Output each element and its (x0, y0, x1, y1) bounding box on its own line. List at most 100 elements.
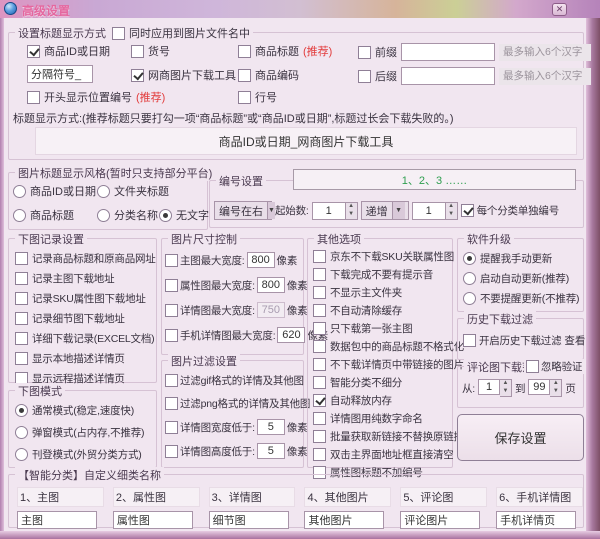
product-code-checkbox[interactable] (238, 68, 251, 82)
smart-category-input[interactable] (304, 511, 385, 529)
mobile-detail-width-checkbox[interactable] (165, 328, 178, 342)
mode-popup-radio[interactable] (15, 426, 28, 439)
smart-category-input[interactable] (17, 511, 97, 529)
separator-input[interactable] (27, 65, 93, 83)
record-excel-checkbox[interactable] (15, 332, 28, 345)
prefix-input[interactable] (401, 43, 495, 61)
style-product-title-radio[interactable] (13, 208, 26, 222)
spin-up-icon[interactable]: ▲ (500, 380, 512, 388)
number-position-select[interactable]: 编号在右 ▼ (214, 201, 275, 220)
auto-release-memory-checkbox[interactable] (313, 394, 326, 407)
record-title-url-checkbox[interactable] (15, 252, 28, 265)
style-category-name-radio[interactable] (97, 208, 110, 222)
history-filter-checkbox[interactable] (463, 334, 476, 347)
main-width-label[interactable]: 主图最大宽度: (180, 253, 245, 268)
position-number-label[interactable]: 开头显示位置编号 (44, 89, 132, 105)
to-page-stepper[interactable]: ▲▼ (528, 379, 563, 397)
attr-width-checkbox[interactable] (165, 278, 178, 292)
smart-category-input[interactable] (208, 511, 289, 529)
style-no-text-label[interactable]: 无文字 (176, 207, 209, 223)
from-page-input[interactable] (478, 379, 501, 395)
mobile-detail-width-input[interactable] (277, 327, 306, 343)
record-main-image-checkbox[interactable] (15, 272, 28, 285)
upgrade-label[interactable]: 不要提醒更新(不推荐) (480, 291, 579, 306)
upgrade-manual-radio[interactable] (463, 252, 476, 265)
spin-down-icon[interactable]: ▼ (550, 388, 562, 396)
other-option-checkbox[interactable] (313, 376, 326, 389)
record-item-label[interactable]: 记录主图下载地址 (32, 271, 115, 286)
suffix-label[interactable]: 后缀 (375, 68, 397, 84)
main-width-input[interactable] (246, 252, 275, 268)
other-option-label[interactable]: 智能分类不细分 (330, 375, 402, 390)
smart-category-input[interactable] (400, 511, 481, 529)
style-product-title-label[interactable]: 商品标题 (30, 207, 74, 223)
mode-normal-radio[interactable] (15, 404, 28, 417)
other-option-checkbox[interactable] (313, 250, 326, 263)
record-item-label[interactable]: 显示本地描述详情页 (32, 351, 125, 366)
filter-height-input[interactable] (256, 443, 285, 459)
downloader-tool-label[interactable]: 网商图片下载工具 (148, 67, 236, 83)
to-page-input[interactable] (528, 379, 551, 395)
record-detail-image-checkbox[interactable] (15, 312, 28, 325)
filter-png-label[interactable]: 过滤png格式的详情及其他图 (180, 396, 310, 411)
product-id-date-checkbox[interactable] (27, 44, 40, 58)
show-local-desc-checkbox[interactable] (15, 352, 28, 365)
style-product-id-date-radio[interactable] (13, 184, 26, 198)
other-option-label[interactable]: 京东不下载SKU关联属性图 (330, 249, 454, 264)
save-settings-button[interactable]: 保存设置 (457, 414, 584, 461)
other-option-label[interactable]: 双击主界面地址框直接清空 (330, 447, 454, 462)
detail-width-checkbox[interactable] (165, 303, 178, 317)
other-option-checkbox[interactable] (313, 448, 326, 461)
filter-gif-label[interactable]: 过滤gif格式的详情及其他图 (180, 373, 304, 388)
start-number-stepper[interactable]: ▲▼ (311, 201, 358, 220)
spin-up-icon[interactable]: ▲ (345, 202, 357, 211)
attr-width-input[interactable] (256, 277, 285, 293)
item-number-label[interactable]: 货号 (148, 43, 170, 59)
record-item-label[interactable]: 记录细节图下载地址 (32, 311, 125, 326)
history-filter-label[interactable]: 开启历史下载过滤 (479, 333, 562, 348)
other-option-label[interactable]: 不显示主文件夹 (330, 285, 402, 300)
other-option-label[interactable]: 批量获取新链接不替换原链接 (330, 429, 464, 444)
style-category-name-label[interactable]: 分类名称 (114, 207, 158, 223)
prefix-label[interactable]: 前缀 (375, 44, 397, 60)
upgrade-none-radio[interactable] (463, 292, 476, 305)
other-option-checkbox[interactable] (313, 340, 326, 353)
step-input[interactable] (411, 201, 446, 220)
history-view-link[interactable]: 查看 (564, 333, 585, 348)
position-number-checkbox[interactable] (27, 90, 40, 104)
from-page-stepper[interactable]: ▲▼ (478, 379, 513, 397)
upgrade-label[interactable]: 启动自动更新(推荐) (480, 271, 569, 286)
start-number-input[interactable] (311, 201, 346, 220)
other-option-label[interactable]: 不自动清除缓存 (330, 303, 402, 318)
mode-label[interactable]: 刊登模式(外贸分类方式) (32, 447, 142, 462)
filter-png-checkbox[interactable] (165, 397, 178, 410)
style-no-text-radio[interactable] (159, 208, 172, 222)
suffix-input[interactable] (401, 67, 495, 85)
spin-down-icon[interactable]: ▼ (445, 210, 457, 219)
style-product-id-date-label[interactable]: 商品ID或日期 (30, 183, 96, 199)
line-number-label[interactable]: 行号 (255, 89, 277, 105)
attr-width-label[interactable]: 属性图最大宽度: (180, 278, 255, 293)
other-option-label[interactable]: 下载完成不要有提示音 (330, 267, 433, 282)
line-number-checkbox[interactable] (238, 90, 251, 104)
other-option-label[interactable]: 详情图用纯数字命名 (330, 411, 423, 426)
other-option-label[interactable]: 自动释放内存 (330, 393, 392, 408)
other-option-checkbox[interactable] (313, 358, 326, 371)
upgrade-auto-radio[interactable] (463, 272, 476, 285)
mode-listing-radio[interactable] (15, 448, 28, 461)
ignore-verify-label[interactable]: 忽略验证 (541, 359, 582, 374)
downloader-tool-checkbox[interactable] (131, 68, 144, 82)
increment-select[interactable]: 递增 ▼ (360, 201, 409, 220)
filter-width-input[interactable] (256, 419, 285, 435)
other-option-checkbox[interactable] (313, 430, 326, 443)
record-item-label[interactable]: 记录商品标题和原商品网址 (32, 251, 156, 266)
detail-width-label[interactable]: 详情图最大宽度: (180, 303, 255, 318)
mode-label[interactable]: 弹窗模式(占内存,不推荐) (32, 425, 145, 440)
per-category-numbering-label[interactable]: 每个分类单独编号 (477, 203, 560, 218)
main-width-checkbox[interactable] (165, 253, 178, 267)
filter-width-checkbox[interactable] (165, 420, 178, 434)
record-item-label[interactable]: 详细下载记录(EXCEL文档) (32, 331, 155, 346)
other-option-checkbox[interactable] (313, 322, 326, 335)
apply-to-filename-label[interactable]: 同时应用到图片文件名中 (129, 25, 250, 41)
product-code-label[interactable]: 商品编码 (255, 67, 299, 83)
